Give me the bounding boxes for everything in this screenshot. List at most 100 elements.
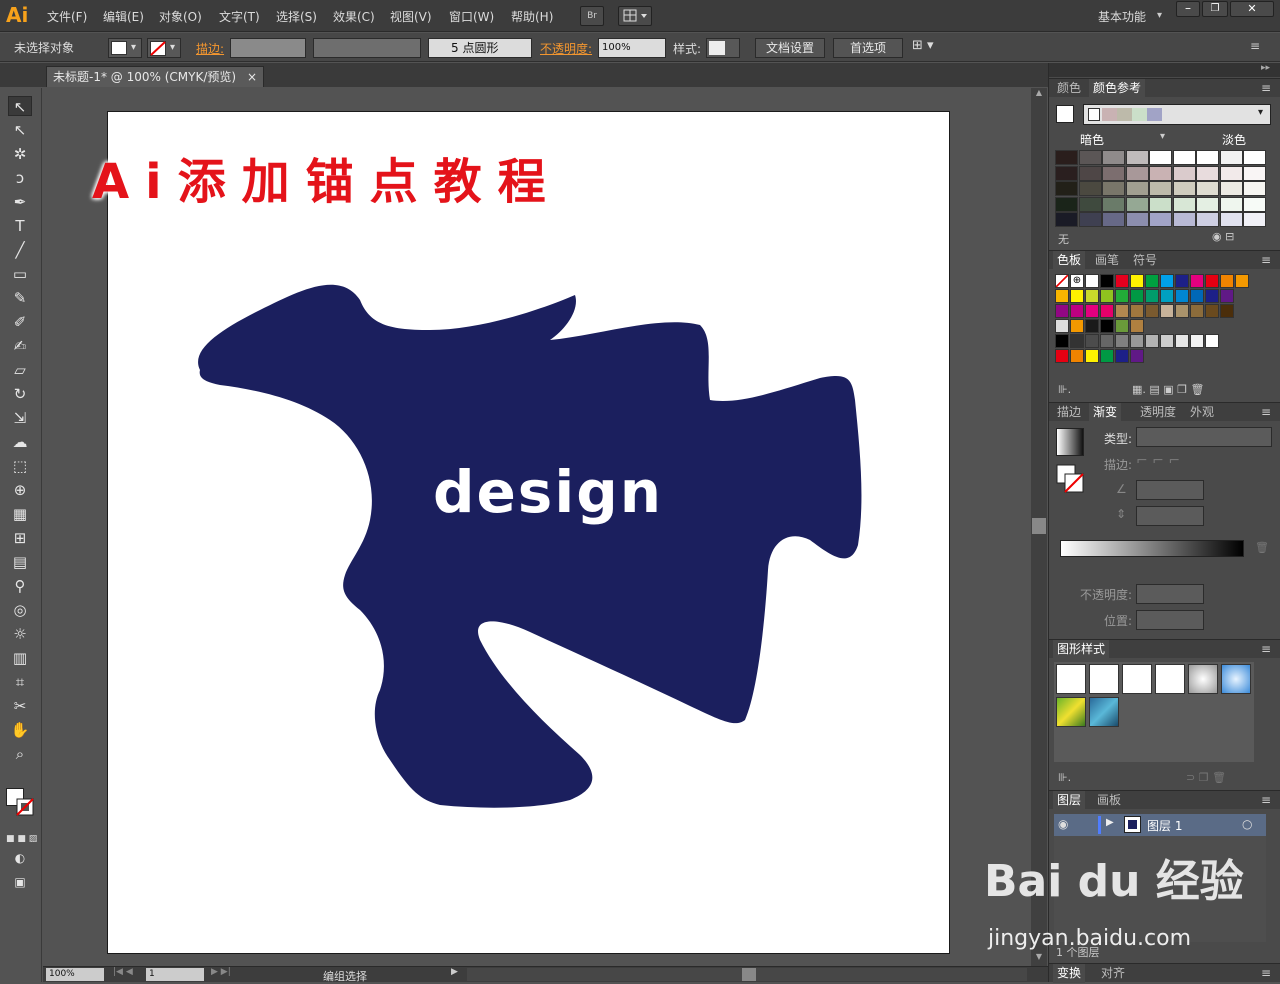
swatch[interactable]: [1070, 304, 1084, 318]
delete-stop-icon[interactable]: 🗑: [1255, 541, 1269, 554]
gradient-type-dropdown[interactable]: [1136, 427, 1272, 447]
swatch[interactable]: [1100, 334, 1114, 348]
gradient-opacity-field[interactable]: [1136, 584, 1204, 604]
tab-symbols[interactable]: 符号: [1133, 251, 1157, 270]
swatch[interactable]: [1070, 349, 1084, 363]
base-color-swatch[interactable]: [1056, 105, 1074, 123]
swatch[interactable]: [1055, 304, 1069, 318]
swatch[interactable]: [1160, 289, 1174, 303]
color-variation-swatch[interactable]: [1172, 150, 1196, 165]
h-scroll-thumb[interactable]: [742, 968, 756, 981]
color-variation-swatch[interactable]: [1149, 212, 1172, 227]
color-variation-swatch[interactable]: [1172, 181, 1196, 196]
vertical-scrollbar[interactable]: ▲ ▼: [1031, 88, 1047, 966]
color-variation-swatch[interactable]: [1102, 181, 1125, 196]
color-variation-swatch[interactable]: [1196, 212, 1219, 227]
color-variation-swatch[interactable]: [1219, 150, 1243, 165]
style-library-icon[interactable]: ⊪.: [1058, 771, 1071, 784]
swatch[interactable]: [1055, 349, 1069, 363]
color-variation-swatch[interactable]: [1055, 196, 1078, 212]
color-variation-swatch[interactable]: [1196, 196, 1219, 212]
swatch[interactable]: [1085, 334, 1099, 348]
first-artboard-icon[interactable]: |◀ ◀: [113, 967, 133, 977]
panel-menu-icon[interactable]: ≡: [1261, 405, 1271, 419]
color-variation-swatch[interactable]: [1219, 196, 1243, 212]
color-variation-swatch[interactable]: [1243, 150, 1266, 165]
swatch[interactable]: [1220, 274, 1234, 288]
color-variation-swatch[interactable]: [1102, 196, 1125, 212]
swatch[interactable]: [1115, 289, 1129, 303]
color-variation-swatch[interactable]: [1078, 165, 1102, 181]
design-text[interactable]: design: [433, 458, 663, 526]
tab-gradient[interactable]: 渐变: [1089, 403, 1122, 422]
color-variation-swatch[interactable]: [1055, 181, 1078, 196]
fill-stroke-mini-icon[interactable]: [1056, 464, 1084, 494]
panel-menu-icon[interactable]: ≡: [1261, 81, 1271, 95]
swatch[interactable]: [1115, 334, 1129, 348]
swatch[interactable]: [1100, 274, 1114, 288]
color-variation-swatch[interactable]: [1243, 165, 1266, 181]
tab-appearance[interactable]: 外观: [1190, 403, 1214, 422]
swatch[interactable]: [1055, 274, 1069, 288]
swatch[interactable]: [1190, 334, 1204, 348]
swatch[interactable]: [1190, 274, 1204, 288]
color-variation-swatch[interactable]: [1102, 165, 1125, 181]
tab-color[interactable]: 颜色: [1057, 79, 1081, 98]
swatch[interactable]: [1160, 304, 1174, 318]
swatch[interactable]: [1070, 289, 1084, 303]
swatch[interactable]: [1205, 274, 1219, 288]
color-variation-swatch[interactable]: [1102, 150, 1125, 165]
swatch[interactable]: [1175, 289, 1189, 303]
swatch[interactable]: [1145, 304, 1159, 318]
swatch[interactable]: [1220, 289, 1234, 303]
swatch[interactable]: [1145, 289, 1159, 303]
color-variation-swatch[interactable]: [1125, 165, 1149, 181]
swatch[interactable]: [1085, 319, 1099, 333]
color-variation-swatch[interactable]: [1196, 165, 1219, 181]
color-variation-swatch[interactable]: [1219, 181, 1243, 196]
swatch[interactable]: [1085, 289, 1099, 303]
color-variation-swatch[interactable]: [1172, 212, 1196, 227]
swatch[interactable]: [1205, 289, 1219, 303]
color-variation-swatch[interactable]: [1055, 212, 1078, 227]
swatch[interactable]: ⊕: [1070, 274, 1084, 288]
status-arrow-icon[interactable]: ▶: [451, 967, 458, 977]
swatch[interactable]: [1130, 289, 1144, 303]
swatch[interactable]: [1190, 289, 1204, 303]
scroll-up-icon[interactable]: ▲: [1031, 88, 1047, 100]
swatch[interactable]: [1115, 349, 1129, 363]
color-variation-swatch[interactable]: [1149, 150, 1172, 165]
color-variation-swatch[interactable]: [1125, 196, 1149, 212]
color-variation-swatch[interactable]: [1125, 181, 1149, 196]
color-variation-swatch[interactable]: [1149, 196, 1172, 212]
gradient-slider[interactable]: [1060, 540, 1244, 557]
swatches-grid[interactable]: ⊕: [1055, 274, 1267, 374]
tab-color-guide[interactable]: 颜色参考: [1089, 79, 1146, 98]
swatch[interactable]: [1130, 274, 1144, 288]
color-variation-swatch[interactable]: [1149, 165, 1172, 181]
gradient-preview-swatch[interactable]: [1056, 428, 1084, 456]
color-variation-swatch[interactable]: [1149, 181, 1172, 196]
swatch[interactable]: [1175, 274, 1189, 288]
panel-menu-icon[interactable]: ≡: [1261, 793, 1271, 807]
color-variation-swatch[interactable]: [1055, 150, 1078, 165]
color-variation-swatch[interactable]: [1243, 181, 1266, 196]
tab-artboards[interactable]: 画板: [1097, 791, 1121, 810]
swatch[interactable]: [1115, 274, 1129, 288]
swatch[interactable]: [1130, 334, 1144, 348]
artboard-number-field[interactable]: 1: [146, 968, 204, 981]
style-actions-icons[interactable]: ⊃ ❐ 🗑: [1186, 771, 1226, 784]
color-variation-swatch[interactable]: [1055, 165, 1078, 181]
swatch[interactable]: [1115, 319, 1129, 333]
swatch[interactable]: [1175, 334, 1189, 348]
tab-layers[interactable]: 图层: [1053, 791, 1086, 810]
swatch[interactable]: [1085, 274, 1099, 288]
panel-menu-icon[interactable]: ≡: [1261, 642, 1271, 656]
swatch[interactable]: [1130, 319, 1144, 333]
panel-menu-icon[interactable]: ≡: [1261, 966, 1271, 980]
expand-arrow-icon[interactable]: ▶: [1106, 817, 1114, 828]
color-variations-grid[interactable]: [1055, 150, 1273, 228]
swatch[interactable]: [1220, 304, 1234, 318]
color-variation-swatch[interactable]: [1243, 212, 1266, 227]
layer-row[interactable]: ◉ ▶ 图层 1 ○: [1054, 814, 1266, 836]
